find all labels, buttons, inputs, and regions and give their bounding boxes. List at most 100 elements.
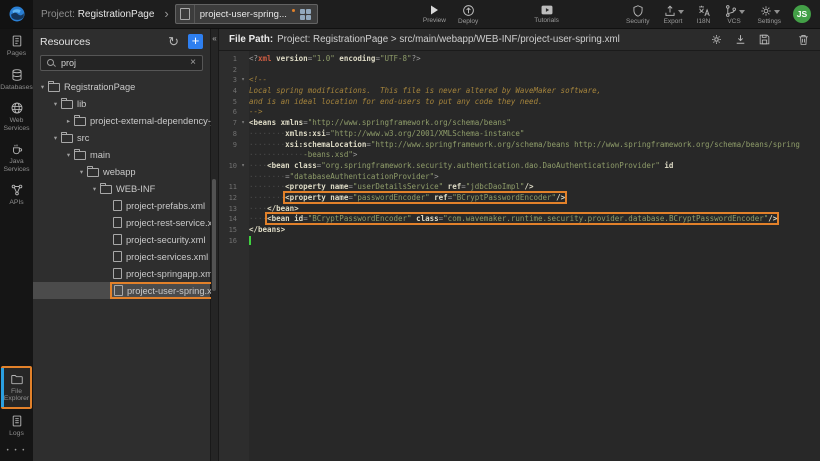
folder-icon: [74, 117, 86, 126]
tree-item-project-springapp-xml[interactable]: project-springapp.xml: [33, 265, 210, 282]
shield-icon: [631, 4, 645, 18]
code-area[interactable]: 1<?xml version="1.0" encoding="UTF-8"?>2…: [219, 51, 820, 461]
tree-item-project-user-spring-xml[interactable]: project-user-spring.xml: [33, 282, 210, 299]
wavemaker-logo-icon: [8, 5, 26, 23]
code-line[interactable]: 16: [219, 236, 820, 247]
code-line[interactable]: ········="databaseAuthenticationProvider…: [219, 172, 820, 183]
play-icon: [428, 4, 440, 16]
java-services-icon: [10, 142, 24, 156]
code-line[interactable]: 9········xsi:schemaLocation="http://www.…: [219, 140, 820, 151]
modified-indicator: [292, 9, 295, 12]
open-file-tab[interactable]: project-user-spring...: [175, 4, 318, 24]
code-line[interactable]: 3▾<!--: [219, 75, 820, 86]
resources-header: Resources ↻ +: [33, 29, 210, 54]
user-avatar[interactable]: JS: [793, 5, 811, 23]
code-line[interactable]: ············-beans.xsd">: [219, 150, 820, 161]
tree-item-web-inf[interactable]: ▾WEB-INF: [33, 180, 210, 197]
code-line[interactable]: 14····<bean id="BCryptPasswordEncoder" c…: [219, 214, 820, 225]
preview-button[interactable]: Preview: [423, 0, 446, 28]
tree-item-lib[interactable]: ▾lib: [33, 95, 210, 112]
code-line[interactable]: 11········<property name="userDetailsSer…: [219, 182, 820, 193]
tutorials-label: Tutorials: [534, 18, 559, 24]
code-line[interactable]: 10▾····<bean class="org.springframework.…: [219, 161, 820, 172]
clear-search-icon[interactable]: ×: [190, 58, 196, 68]
security-button[interactable]: Security: [626, 0, 649, 28]
download-file-icon[interactable]: [734, 33, 747, 46]
search-input[interactable]: proj: [61, 58, 185, 68]
search-icon: [47, 59, 56, 68]
settings-button[interactable]: Settings: [758, 0, 782, 28]
file-tree: ▾RegistrationPage▾lib▸project-external-d…: [33, 78, 210, 299]
code-line[interactable]: 4Local spring modifications. This file i…: [219, 86, 820, 97]
add-resource-button[interactable]: +: [188, 34, 203, 49]
rail-item-java-services[interactable]: Java Services: [0, 137, 33, 178]
logs-icon: [10, 414, 24, 428]
left-rail: PagesDatabasesWeb ServicesJava ServicesA…: [0, 29, 33, 461]
tree-caret-icon[interactable]: ▾: [64, 151, 73, 159]
fold-arrow-icon[interactable]: ▾: [237, 75, 249, 86]
tree-caret-icon[interactable]: ▾: [51, 100, 60, 108]
collapse-panel-icon[interactable]: «: [211, 35, 218, 43]
delete-file-icon[interactable]: [797, 33, 810, 46]
tree-item-project-services-xml[interactable]: project-services.xml: [33, 248, 210, 265]
editor-header: File Path:Project: RegistrationPage > sr…: [219, 29, 820, 51]
rail-item-logs[interactable]: Logs: [0, 409, 33, 443]
code-line[interactable]: 12········<property name="passwordEncode…: [219, 193, 820, 204]
code-line[interactable]: 5and is an ideal location for end-users …: [219, 97, 820, 108]
export-button[interactable]: Export: [663, 0, 684, 28]
rail-item-pages[interactable]: Pages: [0, 29, 33, 63]
code-line[interactable]: 2: [219, 65, 820, 76]
fold-arrow-icon[interactable]: ▾: [237, 118, 249, 129]
rail-item-apis[interactable]: APIs: [0, 178, 33, 212]
tree-caret-icon[interactable]: ▸: [64, 117, 73, 125]
file-icon: [113, 200, 122, 211]
chevron-down-icon: [739, 10, 745, 14]
file-icon: [113, 217, 122, 228]
tree-item-main[interactable]: ▾main: [33, 146, 210, 163]
chevron-down-icon: [774, 10, 780, 14]
code-line[interactable]: 8········xmlns:xsi="http://www.w3.org/20…: [219, 129, 820, 140]
rail-item-web-services[interactable]: Web Services: [0, 96, 33, 137]
tree-item-webapp[interactable]: ▾webapp: [33, 163, 210, 180]
editor-settings-icon[interactable]: [710, 33, 723, 46]
code-line[interactable]: 7▾<beans xmlns="http://www.springframewo…: [219, 118, 820, 129]
resources-search[interactable]: proj ×: [40, 55, 203, 71]
tree-item-project-external-dependency-jars[interactable]: ▸project-external-dependency-jars: [33, 112, 210, 129]
tutorials-button[interactable]: Tutorials: [534, 0, 559, 28]
tree-caret-icon[interactable]: ▾: [77, 168, 86, 176]
code-highlight-box: <bean id="BCryptPasswordEncoder" class="…: [267, 214, 777, 223]
tree-item-registrationpage[interactable]: ▾RegistrationPage: [33, 78, 210, 95]
wavemaker-logo[interactable]: [0, 0, 33, 28]
file-path: File Path:Project: RegistrationPage > sr…: [229, 34, 620, 45]
tree-caret-icon[interactable]: ▾: [51, 134, 60, 142]
save-file-icon[interactable]: [758, 33, 771, 46]
vcs-button[interactable]: VCS: [724, 0, 745, 28]
file-icon: [176, 5, 195, 23]
code-line[interactable]: 15</beans>: [219, 225, 820, 236]
rail-more-button[interactable]: • • •: [7, 448, 27, 454]
tree-caret-icon[interactable]: ▾: [38, 83, 47, 91]
panel-scrollbar[interactable]: [212, 179, 216, 291]
code-line[interactable]: 6-->: [219, 107, 820, 118]
selected-file-highlight: project-user-spring.xml: [112, 284, 225, 297]
tree-caret-icon[interactable]: ▾: [90, 185, 99, 193]
grid-icon[interactable]: [300, 9, 311, 20]
refresh-icon[interactable]: ↻: [168, 35, 179, 48]
code-editor: File Path:Project: RegistrationPage > sr…: [219, 29, 820, 461]
fold-arrow-icon[interactable]: ▾: [237, 161, 249, 172]
rail-item-databases[interactable]: Databases: [0, 63, 33, 97]
code-line[interactable]: 13····</bean>: [219, 204, 820, 215]
deploy-button[interactable]: Deploy: [458, 0, 478, 28]
settings-icon: [759, 4, 773, 18]
tree-item-project-rest-service-xml[interactable]: project-rest-service.xml: [33, 214, 210, 231]
tree-item-project-security-xml[interactable]: project-security.xml: [33, 231, 210, 248]
panel-divider: «: [211, 29, 219, 461]
rail-item-file-explorer[interactable]: File Explorer: [1, 366, 32, 409]
folder-icon: [74, 151, 86, 160]
tree-item-project-prefabs-xml[interactable]: project-prefabs.xml: [33, 197, 210, 214]
file-path-value: Project: RegistrationPage > src/main/web…: [277, 34, 620, 45]
file-icon: [114, 285, 123, 296]
code-line[interactable]: 1<?xml version="1.0" encoding="UTF-8"?>: [219, 54, 820, 65]
tree-item-src[interactable]: ▾src: [33, 129, 210, 146]
i18n-button[interactable]: I18N: [697, 0, 711, 28]
